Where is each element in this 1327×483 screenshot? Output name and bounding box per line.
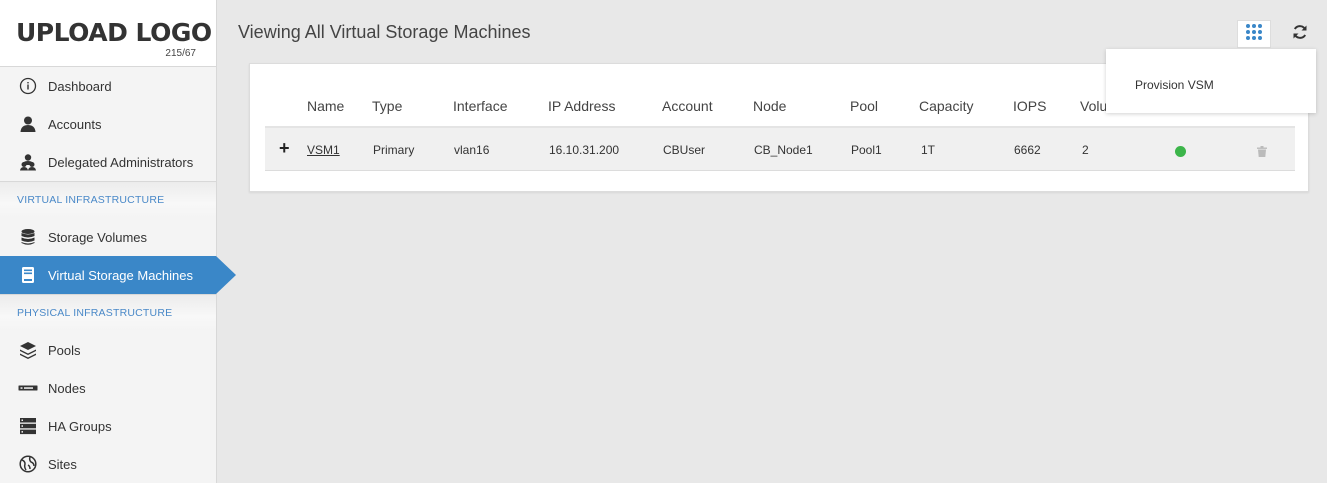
menu-item-provision-vsm[interactable]: Provision VSM bbox=[1135, 78, 1214, 92]
grid-icon bbox=[1245, 23, 1263, 46]
sidebar-item-delegated-administrators[interactable]: Delegated Administrators bbox=[0, 143, 216, 181]
sidebar-item-sites[interactable]: Sites bbox=[0, 445, 216, 483]
column-header-account[interactable]: Account bbox=[662, 98, 713, 114]
sidebar-item-virtual-storage-machines[interactable]: Virtual Storage Machines bbox=[0, 256, 236, 294]
sidebar-item-dashboard[interactable]: Dashboard bbox=[0, 67, 216, 105]
user-icon bbox=[18, 114, 38, 134]
column-header-ip-address[interactable]: IP Address bbox=[548, 98, 615, 114]
section-header-virtual: VIRTUAL INFRASTRUCTURE bbox=[0, 181, 216, 218]
logo-text: UPLOAD LOGO bbox=[16, 18, 212, 47]
sidebar-item-label: Virtual Storage Machines bbox=[48, 267, 194, 283]
column-header-interface[interactable]: Interface bbox=[453, 98, 507, 114]
sidebar-item-label: Accounts bbox=[48, 116, 102, 132]
stack-icon bbox=[18, 416, 38, 436]
logo-area[interactable]: UPLOAD LOGO 215/67 bbox=[0, 0, 216, 67]
sidebar-item-label: Sites bbox=[48, 456, 77, 472]
cell-capacity: 1T bbox=[921, 143, 936, 157]
column-header-type[interactable]: Type bbox=[372, 98, 402, 114]
column-header-volumes[interactable]: Volu bbox=[1080, 98, 1107, 114]
version-label: 215/67 bbox=[165, 48, 196, 59]
sidebar-item-label: Dashboard bbox=[48, 78, 112, 94]
refresh-button[interactable] bbox=[1283, 20, 1317, 48]
table-row: + VSM1 Primary vlan16 16.10.31.200 CBUse… bbox=[265, 128, 1295, 171]
sidebar-item-label: Pools bbox=[48, 342, 81, 358]
sidebar-item-pools[interactable]: Pools bbox=[0, 331, 216, 369]
sidebar: UPLOAD LOGO 215/67 Dashboard Accounts De… bbox=[0, 0, 236, 483]
cell-node: CB_Node1 bbox=[754, 143, 813, 157]
actions-dropdown-menu: Provision VSM bbox=[1106, 49, 1316, 113]
column-header-pool[interactable]: Pool bbox=[850, 98, 878, 114]
page-title: Viewing All Virtual Storage Machines bbox=[238, 22, 531, 42]
globe-icon bbox=[18, 454, 38, 474]
expand-row-button[interactable]: + bbox=[279, 138, 290, 159]
cell-account: CBUser bbox=[663, 143, 706, 157]
column-header-capacity[interactable]: Capacity bbox=[919, 98, 973, 114]
vsm-name-link[interactable]: VSM1 bbox=[307, 143, 340, 157]
sidebar-item-label: HA Groups bbox=[48, 418, 112, 434]
sidebar-item-ha-groups[interactable]: HA Groups bbox=[0, 407, 216, 445]
column-header-iops[interactable]: IOPS bbox=[1013, 98, 1046, 114]
cell-iops: 6662 bbox=[1014, 143, 1041, 157]
database-icon bbox=[18, 227, 38, 247]
column-header-node[interactable]: Node bbox=[753, 98, 786, 114]
sidebar-item-label: Storage Volumes bbox=[48, 229, 148, 245]
layers-icon bbox=[18, 340, 38, 360]
sidebar-item-accounts[interactable]: Accounts bbox=[0, 105, 216, 143]
users-icon bbox=[18, 152, 38, 172]
cell-interface: vlan16 bbox=[454, 143, 490, 157]
actions-menu-button[interactable] bbox=[1237, 20, 1271, 48]
info-icon bbox=[18, 76, 38, 96]
server-icon bbox=[18, 265, 38, 285]
cell-pool: Pool1 bbox=[851, 143, 882, 157]
node-icon bbox=[18, 378, 38, 398]
refresh-icon bbox=[1292, 24, 1308, 45]
sidebar-item-storage-volumes[interactable]: Storage Volumes bbox=[0, 218, 216, 256]
sidebar-item-label: Delegated Administrators bbox=[48, 154, 194, 170]
section-header-physical: PHYSICAL INFRASTRUCTURE bbox=[0, 294, 216, 331]
cell-volumes: 2 bbox=[1082, 143, 1089, 157]
cell-type: Primary bbox=[373, 143, 415, 157]
status-online-indicator bbox=[1175, 146, 1186, 157]
sidebar-item-label: Nodes bbox=[48, 380, 86, 396]
trash-icon[interactable] bbox=[1257, 144, 1267, 162]
cell-ip-address: 16.10.31.200 bbox=[549, 143, 620, 157]
column-header-name[interactable]: Name bbox=[307, 98, 344, 114]
sidebar-item-nodes[interactable]: Nodes bbox=[0, 369, 216, 407]
